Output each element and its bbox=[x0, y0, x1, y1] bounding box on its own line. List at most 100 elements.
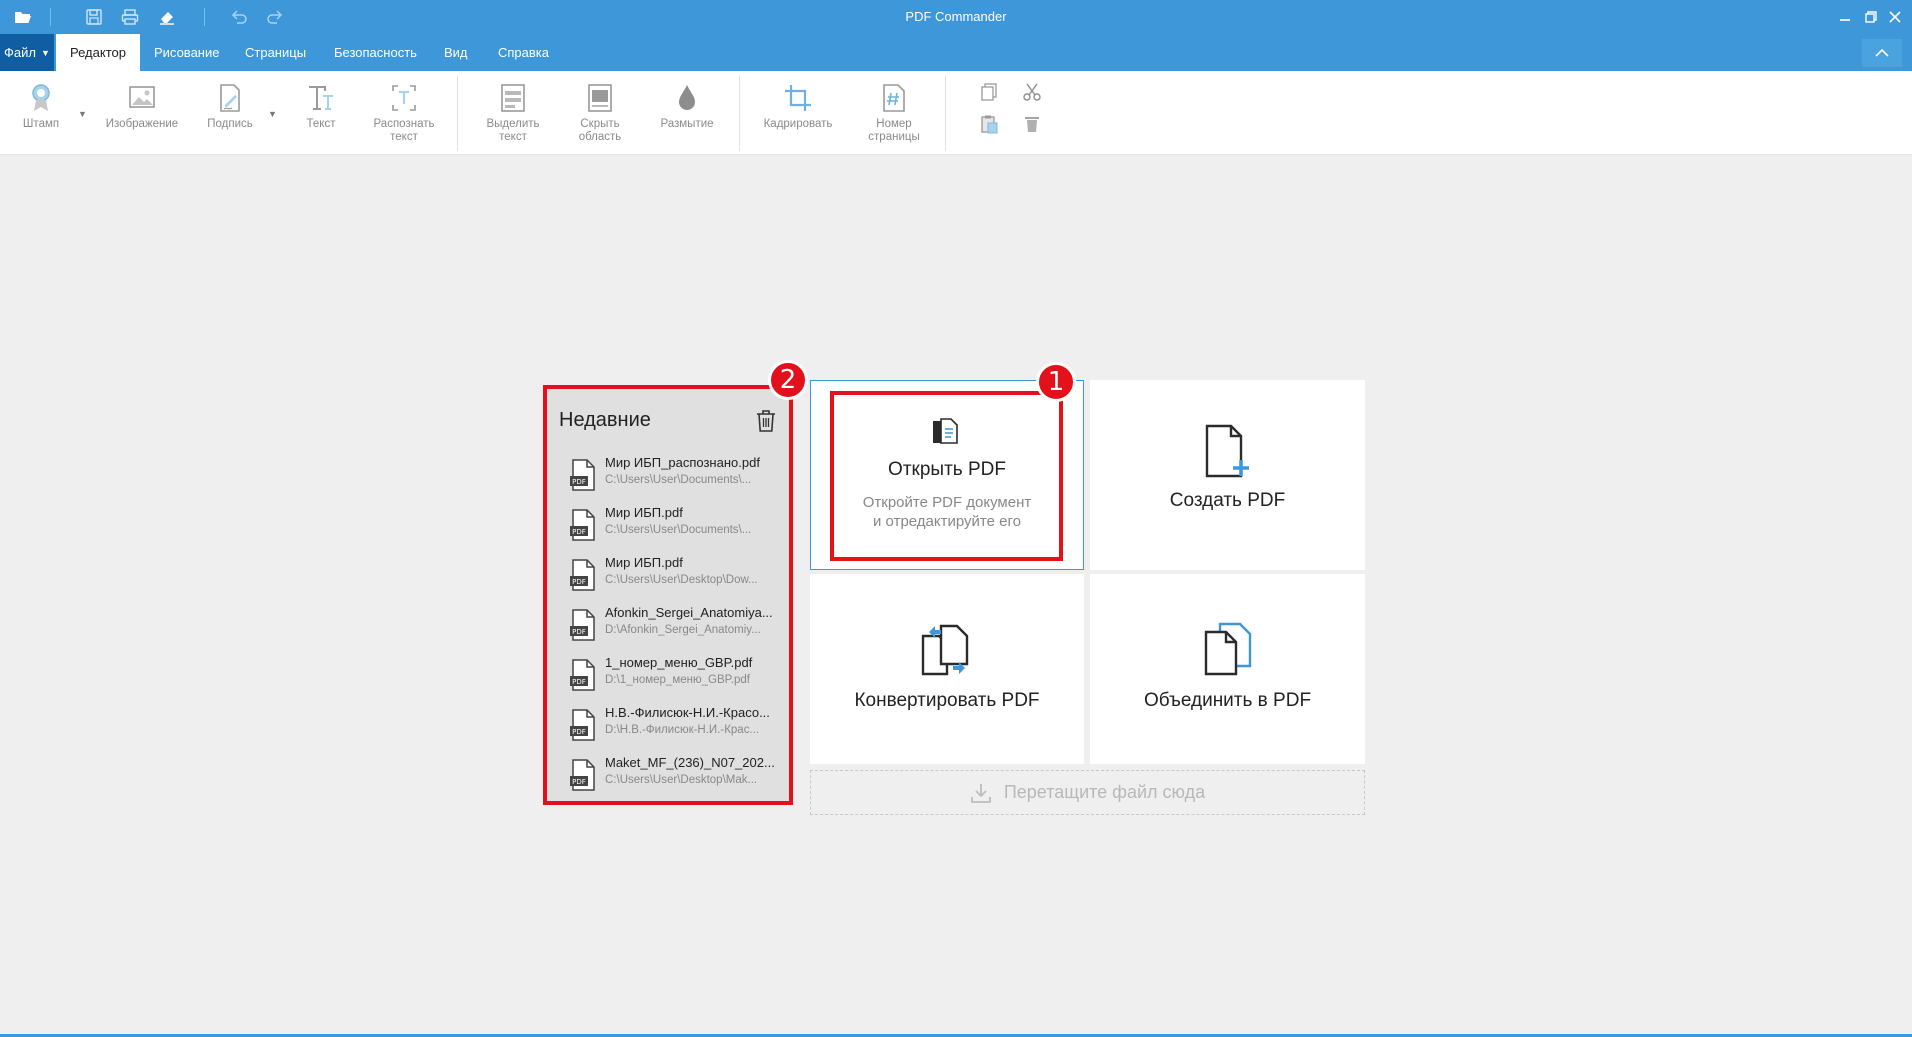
file-drop-zone[interactable]: Перетащите файл сюда bbox=[810, 770, 1365, 815]
convert-pdf-icon bbox=[919, 622, 975, 678]
image-button[interactable]: Изображение bbox=[102, 81, 182, 131]
recent-file-path: C:\Users\User\Desktop\Mak... bbox=[605, 774, 758, 786]
open-pdf-description: Откройте PDF документ и отредактируйте е… bbox=[862, 494, 1032, 530]
pdf-file-icon: PDF bbox=[570, 709, 595, 741]
recent-file-path: D:\Н.В.-Филисюк-Н.И.-Крас... bbox=[605, 724, 760, 736]
file-menu-button[interactable]: Файл ▼ bbox=[0, 34, 54, 71]
signature-dropdown-caret[interactable]: ▼ bbox=[268, 109, 277, 119]
convert-pdf-title: Конвертировать PDF bbox=[854, 690, 1040, 711]
convert-pdf-card[interactable]: Конвертировать PDF bbox=[810, 574, 1084, 764]
text-button[interactable]: Текст bbox=[300, 81, 342, 131]
merge-pdf-title: Объединить в PDF bbox=[1143, 690, 1312, 711]
page-number-label: Номер страницы bbox=[868, 118, 920, 143]
crop-button[interactable]: Кадрировать bbox=[756, 81, 840, 131]
print-icon[interactable] bbox=[120, 8, 140, 26]
minimize-icon[interactable] bbox=[1834, 6, 1856, 28]
create-pdf-card[interactable]: Создать PDF bbox=[1090, 380, 1365, 570]
window-title: PDF Commander bbox=[905, 9, 1007, 24]
undo-icon[interactable] bbox=[229, 8, 249, 26]
divider bbox=[945, 75, 946, 151]
create-pdf-title: Создать PDF bbox=[1169, 490, 1286, 511]
merge-pdf-icon bbox=[1200, 622, 1256, 678]
tab-pages[interactable]: Страницы bbox=[231, 34, 320, 71]
tab-editor[interactable]: Редактор bbox=[56, 34, 140, 71]
recent-file-list: PDF Мир ИБП_распознано.pdf C:\Users\User… bbox=[569, 455, 779, 805]
open-folder-icon[interactable] bbox=[13, 8, 33, 26]
trash-icon[interactable] bbox=[755, 409, 777, 433]
svg-text:PDF: PDF bbox=[572, 728, 586, 736]
select-text-icon bbox=[497, 81, 529, 115]
download-icon bbox=[970, 783, 991, 803]
recent-file-item[interactable]: PDF Мир ИБП.pdf C:\Users\User\Desktop\Do… bbox=[569, 555, 779, 605]
stamp-dropdown-caret[interactable]: ▼ bbox=[78, 109, 87, 119]
text-label: Текст bbox=[306, 118, 336, 130]
restore-icon[interactable] bbox=[1860, 6, 1882, 28]
blur-button[interactable]: Размытие bbox=[652, 81, 722, 131]
recent-file-item[interactable]: PDF 1_номер_меню_GBP.pdf D:\1_номер_меню… bbox=[569, 655, 779, 705]
drop-icon bbox=[671, 81, 703, 115]
recent-file-name: Н.В.-Филисюк-Н.И.-Красо... bbox=[605, 705, 770, 720]
open-pdf-card[interactable]: Открыть PDF Откройте PDF документ и отре… bbox=[810, 380, 1084, 570]
cut-icon[interactable] bbox=[1021, 81, 1043, 103]
select-text-button[interactable]: Выделить текст bbox=[478, 81, 548, 144]
divider bbox=[204, 8, 205, 26]
recent-file-item[interactable]: PDF Н.В.-Филисюк-Н.И.-Красо... D:\Н.В.-Ф… bbox=[569, 705, 779, 755]
copy-icon[interactable] bbox=[978, 81, 1000, 103]
svg-text:PDF: PDF bbox=[572, 578, 586, 586]
image-icon bbox=[126, 81, 158, 115]
annotation-badge-2: 2 bbox=[768, 360, 808, 400]
pdf-file-icon: PDF bbox=[570, 559, 595, 591]
create-pdf-icon bbox=[1203, 424, 1253, 480]
ocr-button[interactable]: Распознать текст bbox=[366, 81, 442, 144]
recent-file-name: Maket_MF_(236)_N07_202... bbox=[605, 755, 775, 770]
svg-text:PDF: PDF bbox=[572, 778, 586, 786]
page-number-button[interactable]: Номер страницы bbox=[862, 81, 926, 144]
stamp-label: Штамп bbox=[22, 118, 60, 130]
save-icon[interactable] bbox=[84, 8, 104, 26]
crop-icon bbox=[782, 81, 814, 115]
recent-files-panel: Недавние PDF Мир ИБП_распознано.pdf C:\U… bbox=[543, 385, 793, 805]
recent-file-path: C:\Users\User\Documents\... bbox=[605, 474, 752, 486]
hide-area-label: Скрыть область bbox=[578, 118, 622, 143]
signature-button[interactable]: Подпись bbox=[204, 81, 256, 131]
text-tool-icon bbox=[305, 81, 337, 115]
page-number-icon bbox=[878, 81, 910, 115]
tab-security[interactable]: Безопасность bbox=[320, 34, 431, 71]
paste-icon[interactable] bbox=[978, 113, 1000, 135]
recent-file-name: Мир ИБП.pdf bbox=[605, 555, 683, 570]
recent-title: Недавние bbox=[559, 409, 651, 431]
drop-zone-label: Перетащите файл сюда bbox=[1003, 782, 1206, 802]
recent-file-item[interactable]: PDF Мир ИБП_распознано.pdf C:\Users\User… bbox=[569, 455, 779, 505]
tab-help[interactable]: Справка bbox=[484, 34, 563, 71]
caret-down-icon: ▼ bbox=[41, 47, 50, 58]
eraser-icon[interactable] bbox=[157, 8, 177, 26]
delete-icon[interactable] bbox=[1021, 113, 1043, 135]
recent-file-item[interactable]: PDF Мир ИБП.pdf C:\Users\User\Documents\… bbox=[569, 505, 779, 555]
pdf-file-icon: PDF bbox=[570, 459, 595, 491]
recent-file-item[interactable]: PDF Maket_MF_(236)_N07_202... C:\Users\U… bbox=[569, 755, 779, 805]
close-icon[interactable] bbox=[1884, 6, 1906, 28]
pdf-file-icon: PDF bbox=[570, 759, 595, 791]
recent-file-path: D:\Afonkin_Sergei_Anatomiy... bbox=[605, 624, 761, 636]
chevron-up-icon bbox=[1875, 48, 1889, 57]
merge-pdf-card[interactable]: Объединить в PDF bbox=[1090, 574, 1365, 764]
svg-text:PDF: PDF bbox=[572, 528, 586, 536]
recent-file-name: 1_номер_меню_GBP.pdf bbox=[605, 655, 753, 670]
recent-file-path: D:\1_номер_меню_GBP.pdf bbox=[605, 674, 750, 686]
pdf-file-icon: PDF bbox=[570, 659, 595, 691]
recent-file-name: Мир ИБП.pdf bbox=[605, 505, 683, 520]
redo-icon[interactable] bbox=[265, 8, 285, 26]
menu-bar: Файл ▼ Редактор Рисование Страницы Безоп… bbox=[0, 34, 1912, 71]
signature-icon bbox=[214, 81, 246, 115]
ocr-icon bbox=[388, 81, 420, 115]
hide-area-icon bbox=[584, 81, 616, 115]
title-bar: PDF Commander bbox=[0, 0, 1912, 34]
stamp-button[interactable]: Штамп bbox=[18, 81, 64, 131]
select-text-label: Выделить текст bbox=[486, 118, 540, 143]
tab-drawing[interactable]: Рисование bbox=[140, 34, 233, 71]
tab-view[interactable]: Вид bbox=[430, 34, 482, 71]
recent-file-item[interactable]: PDF Afonkin_Sergei_Anatomiya... D:\Afonk… bbox=[569, 605, 779, 655]
hide-area-button[interactable]: Скрыть область bbox=[566, 81, 634, 144]
collapse-ribbon-button[interactable] bbox=[1862, 39, 1902, 67]
divider bbox=[457, 75, 458, 151]
